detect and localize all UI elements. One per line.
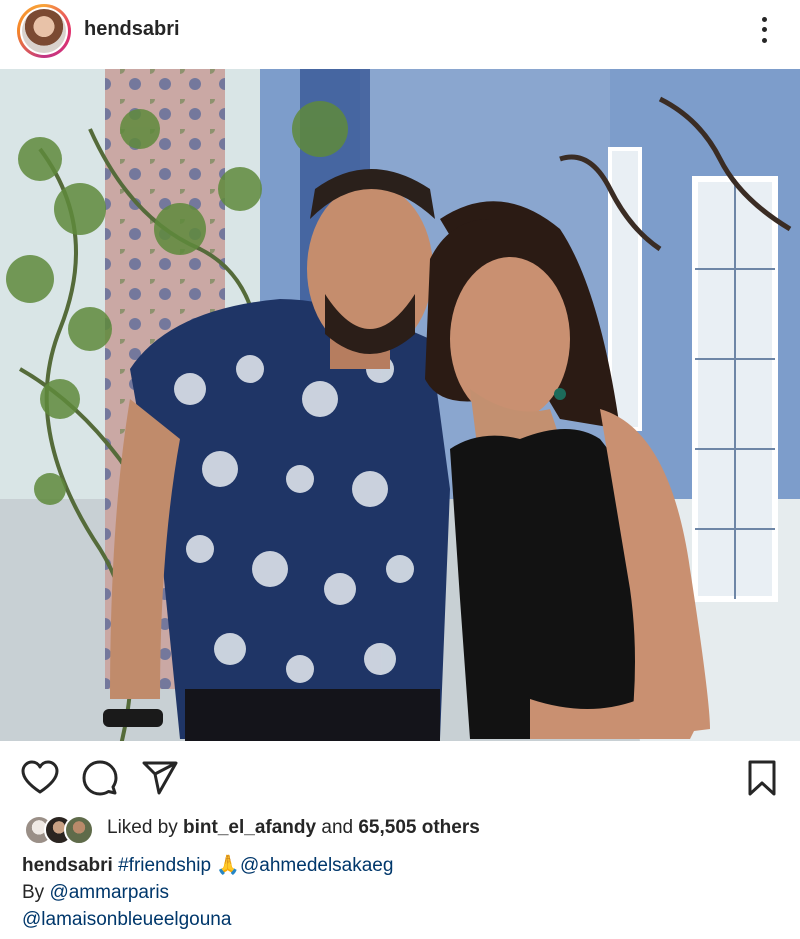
- liker-avatar: [64, 815, 94, 845]
- send-icon[interactable]: [140, 758, 180, 798]
- post-photo[interactable]: [0, 69, 800, 741]
- heart-icon[interactable]: [20, 758, 60, 798]
- post-header: hendsabri: [0, 0, 800, 68]
- caption-username[interactable]: hendsabri: [22, 855, 113, 876]
- post-username[interactable]: hendsabri: [84, 18, 180, 41]
- liker-avatars[interactable]: [24, 815, 96, 845]
- mention-link[interactable]: @ahmedelsakaeg: [240, 855, 393, 876]
- likes-prefix: Liked by: [107, 817, 184, 838]
- hashtag-link[interactable]: #friendship: [118, 855, 211, 876]
- caption-line-3: @lamaisonbleueelgouna: [22, 906, 782, 933]
- pray-emoji: 🙏: [216, 855, 240, 876]
- photo-illustration: [0, 69, 800, 741]
- likes-and: and: [316, 817, 359, 838]
- mention-link[interactable]: @lamaisonbleueelgouna: [22, 909, 231, 930]
- avatar-image: [22, 9, 66, 53]
- likes-row: Liked by bint_el_afandy and 65,505 other…: [0, 812, 800, 845]
- first-liker-link[interactable]: bint_el_afandy: [183, 817, 316, 838]
- post-actions-bar: [0, 748, 800, 808]
- likes-text: Liked by bint_el_afandy and 65,505 other…: [107, 817, 480, 839]
- bookmark-icon[interactable]: [742, 758, 782, 798]
- post-caption: hendsabri #friendship 🙏@ahmedelsakaeg By…: [22, 852, 782, 933]
- more-vertical-icon[interactable]: [752, 14, 776, 46]
- mention-link[interactable]: @ammarparis: [49, 882, 169, 903]
- likes-count-link[interactable]: 65,505 others: [358, 817, 479, 838]
- comment-icon[interactable]: [80, 758, 120, 798]
- caption-line-2: By @ammarparis: [22, 879, 782, 906]
- profile-avatar[interactable]: [17, 4, 71, 58]
- caption-line-1: hendsabri #friendship 🙏@ahmedelsakaeg: [22, 852, 782, 879]
- caption-by: By: [22, 882, 50, 903]
